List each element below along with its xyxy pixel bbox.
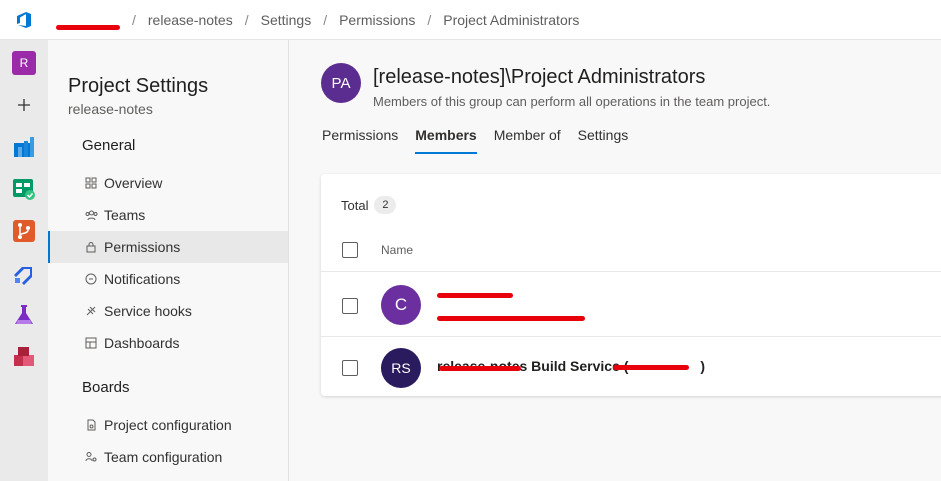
top-bar: / release-notes / Settings / Permissions…: [0, 0, 941, 40]
tab-permissions[interactable]: Permissions: [322, 126, 398, 156]
teams-icon: [84, 208, 98, 222]
dashboard-icon: [84, 336, 98, 350]
breadcrumb-permissions[interactable]: Permissions: [331, 12, 423, 28]
nav-item-team-configuration[interactable]: Team configuration: [48, 441, 288, 473]
member-avatar: C: [381, 285, 421, 325]
table-row[interactable]: C: [321, 271, 941, 336]
nav-item-dashboards[interactable]: Dashboards: [48, 327, 288, 359]
tab-settings[interactable]: Settings: [578, 126, 629, 156]
breadcrumb-separator: /: [132, 11, 136, 28]
tab-bar: Permissions Members Member of Settings: [322, 126, 645, 156]
azure-devops-icon[interactable]: [0, 0, 48, 40]
total-count-badge: 2: [374, 196, 397, 214]
boards-icon[interactable]: [0, 168, 48, 210]
nav-item-label: Service hooks: [104, 303, 192, 319]
artifacts-icon[interactable]: [0, 336, 48, 378]
total-label: Total: [341, 197, 369, 213]
group-avatar: PA: [321, 63, 361, 103]
nav-item-label: Teams: [104, 207, 146, 223]
breadcrumb-project[interactable]: release-notes: [140, 12, 241, 28]
nav-title: Project Settings: [68, 75, 209, 97]
nav-section-boards[interactable]: Boards: [82, 379, 130, 396]
breadcrumb-settings[interactable]: Settings: [253, 12, 320, 28]
lock-icon: [84, 240, 98, 254]
nav-item-notifications[interactable]: Notifications: [48, 263, 288, 295]
nav-section-general[interactable]: General: [82, 137, 135, 154]
breadcrumb-separator: /: [244, 11, 249, 28]
tab-member-of[interactable]: Member of: [494, 126, 561, 156]
nav-item-label: Dashboards: [104, 335, 180, 351]
add-icon[interactable]: [0, 84, 48, 126]
breadcrumb-separator: /: [427, 11, 432, 28]
overview-icon[interactable]: [0, 126, 48, 168]
table-row[interactable]: RS release-notes Build Service (): [321, 336, 941, 396]
row-checkbox[interactable]: [342, 298, 358, 314]
project-avatar-button[interactable]: R: [0, 42, 48, 84]
nav-item-label: Team configuration: [104, 449, 223, 465]
overview-icon: [84, 176, 98, 190]
member-avatar: RS: [381, 348, 421, 388]
group-description: Members of this group can perform all op…: [373, 94, 771, 109]
left-icon-rail: R: [0, 40, 48, 481]
nav-item-label: Project configuration: [104, 417, 232, 433]
members-card: Total 2 Name C RS release-notes Build Se…: [321, 174, 941, 396]
nav-item-service-hooks[interactable]: Service hooks: [48, 295, 288, 327]
members-total: Total 2: [341, 196, 397, 214]
pipelines-icon[interactable]: [0, 252, 48, 294]
breadcrumb: / release-notes / Settings / Permissions…: [48, 11, 587, 30]
nav-item-project-configuration[interactable]: Project configuration: [48, 409, 288, 441]
breadcrumb-separator: /: [323, 11, 328, 28]
test-plans-icon[interactable]: [0, 294, 48, 336]
select-all-checkbox[interactable]: [342, 242, 358, 258]
page-title: [release-notes]\Project Administrators: [373, 66, 706, 88]
team-config-icon: [84, 450, 98, 464]
column-header-name[interactable]: Name: [381, 243, 413, 257]
nav-item-label: Overview: [104, 175, 163, 191]
project-config-icon: [84, 418, 98, 432]
nav-item-overview[interactable]: Overview: [48, 167, 288, 199]
nav-project-name: release-notes: [68, 101, 153, 117]
member-name-end: ): [700, 358, 706, 374]
nav-item-label: Notifications: [104, 271, 181, 287]
settings-nav: Project Settings release-notes General O…: [48, 40, 289, 481]
nav-item-label: Permissions: [104, 239, 181, 255]
project-avatar: R: [12, 51, 36, 75]
nav-item-permissions[interactable]: Permissions: [48, 231, 288, 263]
service-hooks-icon: [84, 304, 98, 318]
member-email: [437, 310, 587, 326]
member-name[interactable]: release-notes Build Service (): [437, 358, 705, 374]
breadcrumb-current[interactable]: Project Administrators: [435, 12, 587, 28]
member-name[interactable]: [437, 286, 517, 304]
repos-icon[interactable]: [0, 210, 48, 252]
nav-item-teams[interactable]: Teams: [48, 199, 288, 231]
notification-icon: [84, 272, 98, 286]
main-content: PA [release-notes]\Project Administrator…: [289, 40, 941, 481]
row-checkbox[interactable]: [342, 360, 358, 376]
tab-members[interactable]: Members: [415, 126, 478, 156]
